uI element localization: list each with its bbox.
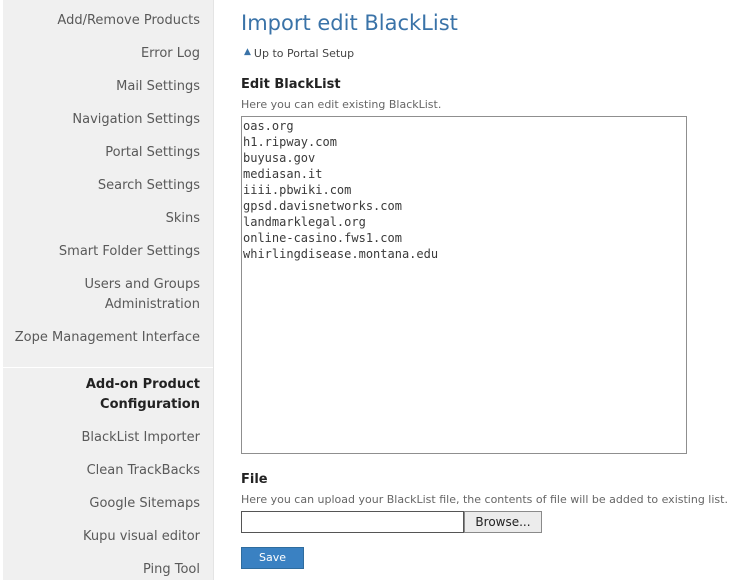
blacklist-textarea[interactable]: oas.org h1.ripway.com buyusa.gov mediasa… [241,116,687,454]
sidebar-item-kupu-visual-editor[interactable]: Kupu visual editor [83,527,200,547]
sidebar: Add/Remove Products Error Log Mail Setti… [3,0,214,580]
sidebar-item-search-settings[interactable]: Search Settings [98,176,200,196]
sidebar-divider [3,367,213,368]
section-heading-line2: Configuration [100,397,200,412]
file-help: Here you can upload your BlackList file,… [241,493,728,506]
blacklist-line: buyusa.gov [243,151,316,165]
sidebar-item-blacklist-importer[interactable]: BlackList Importer [81,428,200,448]
up-link-label: Up to Portal Setup [253,47,355,60]
sidebar-item-mail-settings[interactable]: Mail Settings [116,77,200,97]
section-heading-line1: Add-on Product [85,377,200,392]
up-arrow-icon: ▲ [244,47,251,57]
blacklist-line: landmarklegal.org [243,215,366,229]
file-path-field[interactable] [241,511,464,533]
page-title: Import edit BlackList [241,11,458,35]
sidebar-item-label: Users and Groups [84,277,200,292]
sidebar-item-google-sitemaps[interactable]: Google Sitemaps [89,494,200,514]
blacklist-line: gpsd.davisnetworks.com [243,199,402,213]
sidebar-item-skins[interactable]: Skins [166,209,200,229]
sidebar-item-ping-tool[interactable]: Ping Tool [143,560,200,580]
sidebar-item-smart-folder-settings[interactable]: Smart Folder Settings [59,242,200,262]
edit-blacklist-help: Here you can edit existing BlackList. [241,98,442,111]
browse-button[interactable]: Browse... [464,511,542,533]
blacklist-line: iiii.pbwiki.com [243,183,352,197]
sidebar-item-navigation-settings[interactable]: Navigation Settings [72,110,200,130]
sidebar-section-heading: Add-on Product Configuration [86,375,200,415]
blacklist-line: mediasan.it [243,167,323,181]
sidebar-item-clean-trackbacks[interactable]: Clean TrackBacks [87,461,200,481]
sidebar-item-add-remove-products[interactable]: Add/Remove Products [57,11,200,31]
sidebar-item-label-line2: Administration [104,297,200,312]
sidebar-item-zope-management-interface[interactable]: Zope Management Interface [15,328,200,348]
blacklist-line: h1.ripway.com [243,135,337,149]
sidebar-item-error-log[interactable]: Error Log [141,44,200,64]
blacklist-line: online-casino.fws1.com [243,231,402,245]
blacklist-line: whirlingdisease.montana.edu [243,247,439,261]
sidebar-item-users-and-groups[interactable]: Users and Groups Administration [85,275,200,315]
edit-blacklist-label: Edit BlackList [241,77,341,92]
file-label: File [241,472,268,487]
up-to-portal-setup-link[interactable]: ▲ Up to Portal Setup [244,47,354,60]
blacklist-line: oas.org [243,119,294,133]
sidebar-item-portal-settings[interactable]: Portal Settings [105,143,200,163]
save-button[interactable]: Save [241,547,304,569]
